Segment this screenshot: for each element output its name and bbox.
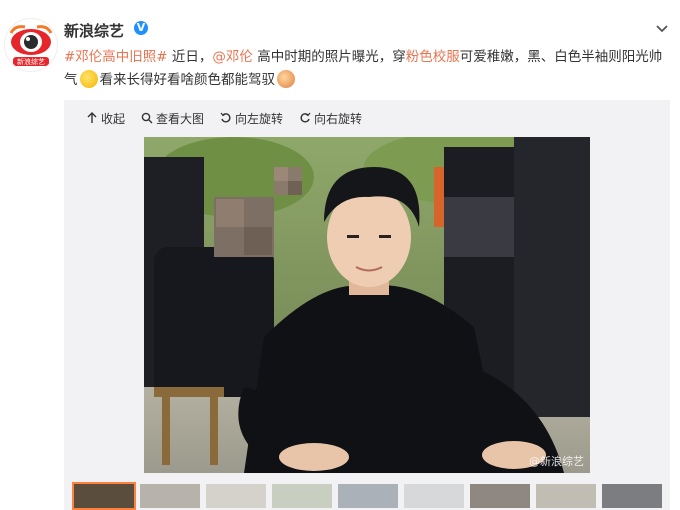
rotate-right-label: 向右旋转 <box>314 111 363 126</box>
magnifier-icon <box>141 112 153 124</box>
view-large-button[interactable]: 查看大图 <box>141 108 204 128</box>
hashtag-link[interactable]: #邓伦高中旧照# <box>64 49 168 65</box>
post-text-part2: 高中时期的照片曝光，穿 <box>252 49 406 65</box>
collapse-button[interactable]: 收起 <box>86 108 125 128</box>
rotate-right-button[interactable]: 向右旋转 <box>299 108 362 128</box>
post-text: #邓伦高中旧照# 近日，@邓伦 高中时期的照片曝光，穿粉色校服可爱稚嫩，黑、白色… <box>64 46 664 92</box>
thumbnail-strip <box>72 482 662 510</box>
thumbnail-2[interactable] <box>140 484 200 508</box>
thumbnail-8[interactable] <box>536 484 596 508</box>
shy-emoji-icon <box>277 70 295 88</box>
media-viewer: 收起 查看大图 向左旋转 向右旋转 @新浪综艺 <box>64 100 670 510</box>
avatar-caption: 新浪综艺 <box>17 58 45 66</box>
collapse-label: 收起 <box>101 111 126 126</box>
thumbnail-4[interactable] <box>272 484 332 508</box>
view-large-label: 查看大图 <box>156 111 205 126</box>
avatar[interactable]: 新浪综艺 <box>4 18 58 72</box>
mention-link[interactable]: @邓伦 <box>212 49 253 65</box>
collapse-arrow-icon <box>87 112 97 123</box>
thumbnail-3[interactable] <box>206 484 266 508</box>
thumbnail-6[interactable] <box>404 484 464 508</box>
thumbnail-5[interactable] <box>338 484 398 508</box>
media-toolbar: 收起 查看大图 向左旋转 向右旋转 <box>86 108 362 128</box>
laugh-emoji-icon <box>79 70 98 88</box>
rotate-left-icon <box>220 112 231 123</box>
thumbnail-7[interactable] <box>470 484 530 508</box>
photo-illustration <box>144 137 590 473</box>
post-text-part1: 近日， <box>167 49 213 65</box>
rotate-right-icon <box>300 112 311 123</box>
rotate-left-label: 向左旋转 <box>235 111 284 126</box>
main-photo[interactable]: @新浪综艺 <box>144 137 590 473</box>
verified-badge-icon: V <box>134 21 148 35</box>
keyword-link[interactable]: 粉色校服 <box>406 49 460 65</box>
photo-watermark: @新浪综艺 <box>529 455 584 468</box>
post-text-part4: 看来长得好看啥颜色都能驾驭 <box>99 72 276 88</box>
rotate-left-button[interactable]: 向左旋转 <box>220 108 283 128</box>
account-name[interactable]: 新浪综艺 <box>64 20 124 41</box>
thumbnail-1[interactable] <box>72 482 136 510</box>
chevron-down-icon[interactable] <box>654 20 670 36</box>
thumbnail-9[interactable] <box>602 484 662 508</box>
